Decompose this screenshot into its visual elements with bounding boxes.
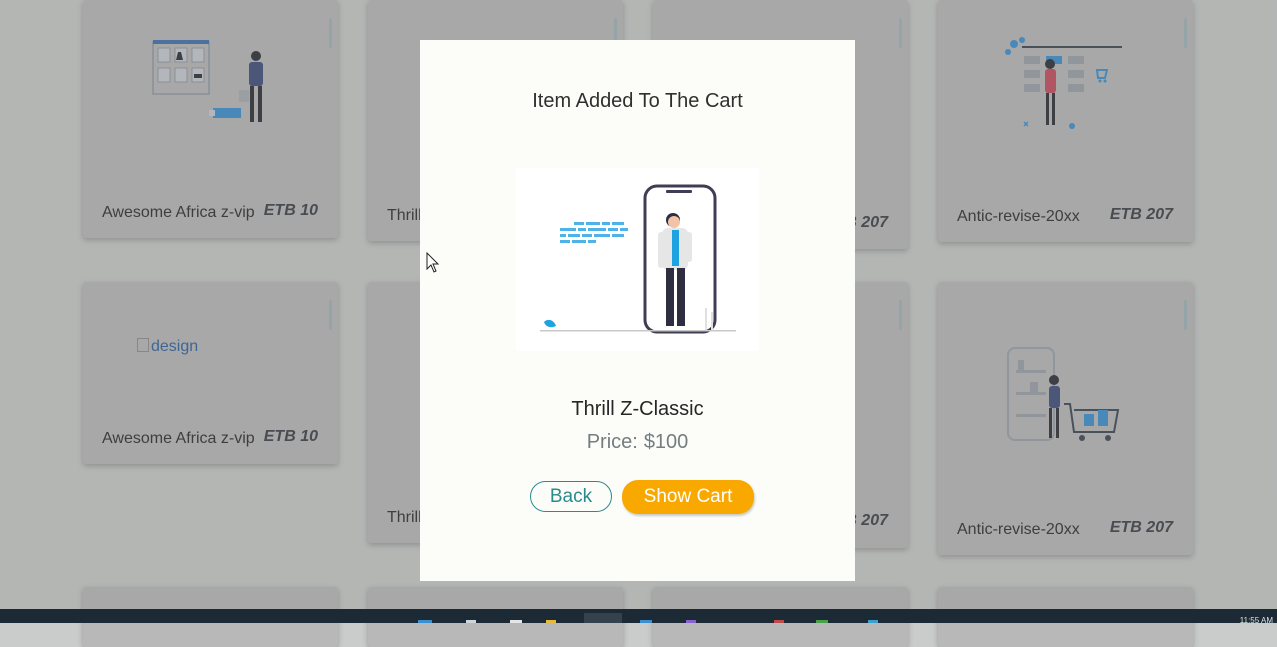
system-clock[interactable]: 11:55 AM (1240, 616, 1273, 625)
modal-price-label: Price: (586, 431, 638, 453)
modal-price: Price: $100 (420, 431, 855, 454)
back-button[interactable]: Back (530, 481, 612, 512)
os-taskbar: 11:55 AM (0, 609, 1277, 625)
product-image (516, 168, 759, 351)
chrome-icon[interactable] (584, 613, 622, 623)
modal-product-name: Thrill Z-Classic (571, 398, 704, 420)
show-cart-button[interactable]: Show Cart (622, 480, 754, 514)
modal-price-value: $100 (643, 431, 689, 453)
modal-title: Item Added To The Cart (532, 90, 743, 112)
cart-confirmation-modal: Item Added To The Cart Thrill Z-Classic … (420, 40, 855, 581)
mouse-cursor-icon (426, 252, 440, 273)
phone-person-illustration (516, 168, 759, 351)
